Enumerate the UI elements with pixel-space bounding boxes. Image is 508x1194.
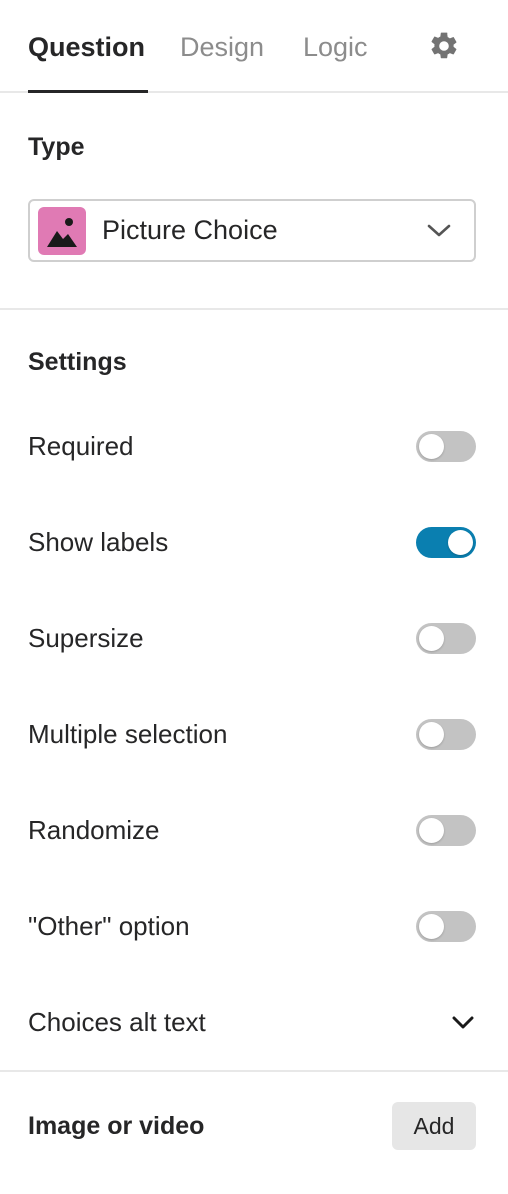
tab-design[interactable]: Design — [180, 30, 264, 64]
selected-type-label: Picture Choice — [102, 215, 278, 245]
image-or-video-heading: Image or video — [28, 1112, 205, 1140]
required-label: Required — [28, 431, 134, 461]
choices-alt-text-label[interactable]: Choices alt text — [28, 1006, 206, 1038]
toggle-knob — [419, 722, 444, 747]
toggle-knob — [419, 626, 444, 651]
chevron-down-icon[interactable] — [450, 1010, 476, 1034]
toggle-knob — [419, 434, 444, 459]
tab-question[interactable]: Question — [28, 30, 145, 64]
supersize-toggle[interactable] — [416, 623, 476, 654]
settings-heading: Settings — [28, 348, 127, 376]
add-media-button[interactable]: Add — [392, 1102, 476, 1150]
chevron-down-icon — [427, 224, 451, 237]
panel-tabs: Question Design Logic — [0, 0, 508, 93]
type-heading: Type — [28, 133, 85, 161]
other-option-label: "Other" option — [28, 911, 190, 941]
section-divider — [0, 1070, 508, 1072]
show-labels-toggle[interactable] — [416, 527, 476, 558]
multiple-selection-label: Multiple selection — [28, 719, 228, 749]
gear-icon[interactable] — [428, 30, 460, 62]
picture-icon — [38, 207, 86, 255]
supersize-label: Supersize — [28, 623, 144, 653]
show-labels-label: Show labels — [28, 527, 169, 557]
other-option-toggle[interactable] — [416, 911, 476, 942]
question-type-select[interactable]: Picture Choice — [28, 199, 476, 262]
randomize-label: Randomize — [28, 815, 160, 845]
required-toggle[interactable] — [416, 431, 476, 462]
toggle-knob — [419, 914, 444, 939]
active-tab-indicator — [28, 90, 148, 93]
tab-logic[interactable]: Logic — [303, 30, 368, 64]
section-divider — [0, 308, 508, 310]
toggle-knob — [419, 818, 444, 843]
toggle-knob — [448, 530, 473, 555]
multiple-selection-toggle[interactable] — [416, 719, 476, 750]
randomize-toggle[interactable] — [416, 815, 476, 846]
